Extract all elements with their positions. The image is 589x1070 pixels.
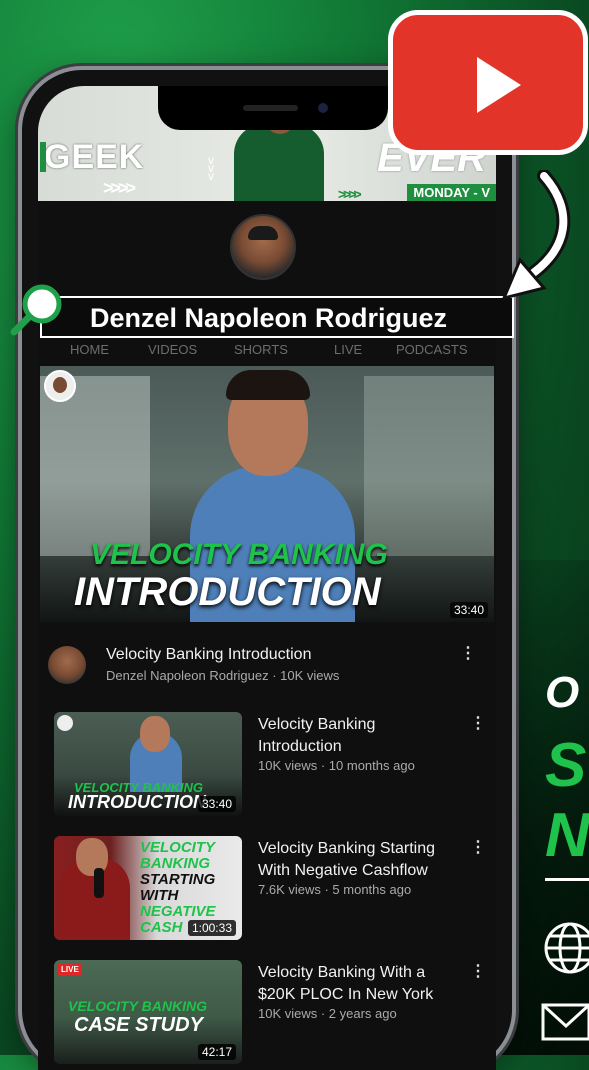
tab-live[interactable]: LIVE [334,342,362,357]
youtube-logo-icon [388,10,588,155]
featured-channel-avatar[interactable] [48,646,86,684]
globe-icon [544,922,589,974]
thumbnail-line1: VELOCITY [140,839,216,856]
channel-tabs: HOME VIDEOS SHORTS LIVE PODCASTS [38,338,496,364]
camera [318,103,328,113]
featured-video-thumbnail[interactable]: VELOCITY BANKING INTRODUCTION 33:40 [40,366,494,622]
tab-podcasts[interactable]: PODCASTS [396,342,468,357]
thumbnail-title-line2: INTRODUCTION [74,570,381,614]
video-duration: 1:00:33 [187,920,236,936]
banner-chevrons: >>>> [103,178,136,198]
thumbnail-line3: STARTING [140,871,216,888]
side-text-n: N [545,801,589,870]
thumbnail-channel-avatar [57,715,73,731]
whiteboard-left [40,376,150,556]
channel-avatar[interactable] [230,214,296,280]
presenter-face [140,716,170,752]
speaker [243,105,298,111]
side-text-o: O [545,668,580,717]
thumbnail-title-line1: VELOCITY BANKING [90,538,388,571]
kebab-menu-icon[interactable]: ⋮ [470,840,486,856]
featured-video-subtitle: Denzel Napoleon Rodriguez · 10K views [106,668,340,683]
video-info: Velocity Banking Introduction 10K views … [258,714,458,774]
banner-brand: GEEK [39,138,145,176]
video-meta: 7.6K views · 5 months ago [258,882,412,897]
banner-person [234,124,324,201]
list-item[interactable]: VELOCITY BANKING INTRODUCTION 33:40 Velo… [54,712,494,824]
list-item[interactable]: LIVE VELOCITY BANKING CASE STUDY 42:17 V… [54,960,494,1070]
thumbnail-channel-avatar [44,370,76,402]
video-title[interactable]: Velocity Banking With a $20K PLOC In New… [258,964,433,1003]
phone-screen: GEEK >>>> vvv N >>>> EVER MONDAY - V HOM… [38,86,496,1070]
video-thumbnail[interactable]: VELOCITY BANKING STARTING WITH NEGATIVE … [54,836,242,940]
presenter-hair [226,370,310,400]
microphone [94,868,104,898]
banner-chevrons-2: >>>> [338,186,362,201]
live-badge: LIVE [58,964,82,975]
search-icon [10,284,62,336]
channel-name: Denzel Napoleon Rodriguez [90,303,448,333]
kebab-menu-icon[interactable]: ⋮ [470,964,486,980]
mail-icon [541,1003,589,1041]
video-duration: 33:40 [197,796,236,812]
banner-down-chevrons: vvv [208,153,214,183]
video-duration: 33:40 [449,602,488,618]
play-icon [477,57,521,113]
video-duration: 42:17 [197,1044,236,1060]
thumbnail-line4: WITH [140,887,179,904]
video-thumbnail[interactable]: LIVE VELOCITY BANKING CASE STUDY 42:17 [54,960,242,1064]
channel-name-banner: Denzel Napoleon Rodriguez [40,296,514,338]
video-info: Velocity Banking With a $20K PLOC In New… [258,962,458,1022]
thumbnail-line5: NEGATIVE [140,903,216,920]
side-text-s: S [545,731,587,800]
video-thumbnail[interactable]: VELOCITY BANKING INTRODUCTION 33:40 [54,712,242,816]
banner-day: MONDAY - V [407,184,496,201]
video-meta: 10K views · 2 years ago [258,1006,397,1021]
curved-arrow-icon [501,170,571,301]
thumbnail-line2: BANKING [140,855,210,872]
side-divider [545,878,589,881]
phone-notch [158,86,388,130]
list-item[interactable]: VELOCITY BANKING STARTING WITH NEGATIVE … [54,836,494,948]
featured-video-title[interactable]: Velocity Banking Introduction [106,646,311,664]
thumbnail-line2: INTRODUCTION [68,792,206,812]
kebab-menu-icon[interactable]: ⋮ [470,716,486,732]
phone-frame: GEEK >>>> vvv N >>>> EVER MONDAY - V HOM… [22,70,512,1070]
thumbnail-line1: VELOCITY BANKING [68,998,207,1014]
video-meta: 10K views · 10 months ago [258,758,415,773]
video-info: Velocity Banking Starting With Negative … [258,838,458,898]
whiteboard-right [364,376,494,556]
thumbnail-line2: CASE STUDY [74,1014,203,1036]
tab-shorts[interactable]: SHORTS [234,342,288,357]
video-title[interactable]: Velocity Banking Starting With Negative … [258,840,435,879]
tab-home[interactable]: HOME [70,342,109,357]
kebab-menu-icon[interactable]: ⋮ [460,646,476,662]
video-title[interactable]: Velocity Banking Introduction [258,716,375,755]
tab-videos[interactable]: VIDEOS [148,342,197,357]
